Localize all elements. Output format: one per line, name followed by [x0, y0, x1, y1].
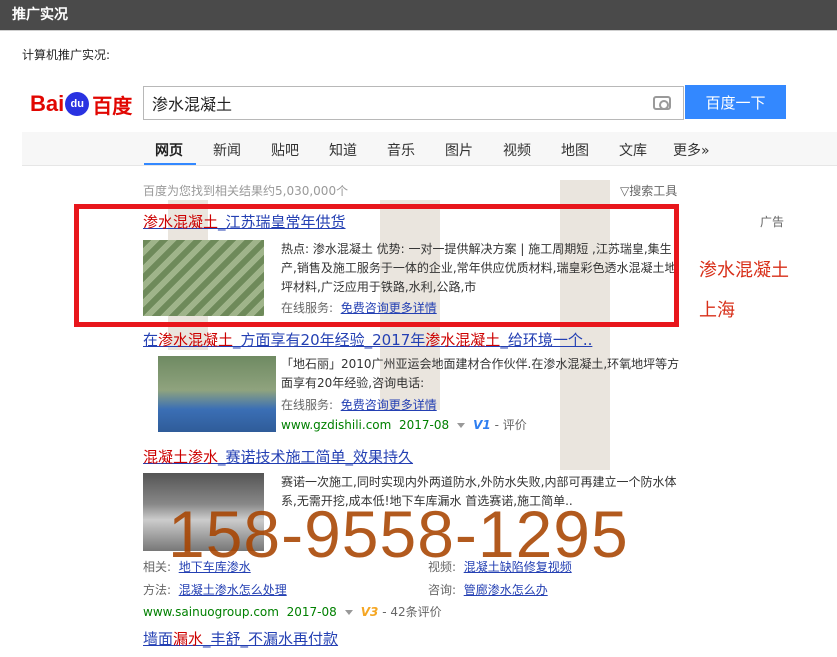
tab-map[interactable]: 地图 [561, 140, 589, 160]
result-title[interactable]: 在渗水混凝土_方面享有20年经验_2017年渗水混凝土_给环境一个.. [143, 329, 592, 350]
search-box [143, 86, 684, 120]
side-note-location: 上海 [699, 300, 735, 321]
eval-link[interactable]: - 42条评价 [382, 605, 441, 619]
tab-zhidao[interactable]: 知道 [329, 140, 357, 160]
page-subtitle: 计算机推广实况: [22, 48, 111, 62]
ask-row: 咨询: 管廊渗水怎么办 [428, 583, 548, 597]
search-button[interactable]: 百度一下 [685, 85, 786, 119]
search-tools-label: 搜索工具 [629, 184, 678, 198]
ask-link[interactable]: 管廊渗水怎么办 [464, 583, 548, 597]
result-meta: www.gzdishili.com 2017-08 V1 - 评价 [281, 416, 527, 433]
tab-images[interactable]: 图片 [445, 140, 473, 160]
result-meta: www.sainuogroup.com 2017-08 V3 - 42条评价 [143, 603, 442, 620]
v3-badge-icon[interactable]: V3 [361, 605, 379, 619]
result-snippet: 「地石丽」2010广州亚运会地面建材合作伙伴.在渗水混凝土,环氧地坪等方面享有2… [281, 357, 680, 390]
logo-cn: 百度 [92, 95, 133, 118]
eval-link[interactable]: - 评价 [495, 418, 527, 432]
tab-music[interactable]: 音乐 [387, 140, 415, 160]
highlight-box [74, 204, 679, 327]
window-title: 推广实况 [0, 0, 837, 30]
result-count: 百度为您找到相关结果约5,030,000个 [143, 184, 349, 198]
result-url[interactable]: www.gzdishili.com [281, 418, 391, 432]
v1-badge-icon[interactable]: V1 [473, 418, 491, 432]
nav-bar: 网页 新闻 贴吧 知道 音乐 图片 视频 地图 文库 更多» [22, 132, 837, 166]
tab-news[interactable]: 新闻 [213, 140, 241, 160]
search-tools[interactable]: ▽搜索工具 [620, 182, 677, 199]
logo-du-paw-icon: du [65, 92, 90, 116]
service-link[interactable]: 免费咨询更多详情 [341, 398, 437, 412]
tab-wenku[interactable]: 文库 [619, 140, 647, 160]
result-date: 2017-08 [286, 605, 337, 619]
result-title[interactable]: 混凝土渗水_赛诺技术施工简单_效果持久 [143, 446, 413, 467]
tab-web[interactable]: 网页 [155, 140, 183, 160]
result-thumbnail[interactable] [158, 356, 276, 432]
chevron-down-icon[interactable] [457, 423, 466, 428]
divider [0, 30, 837, 31]
online-service: 在线服务: 免费咨询更多详情 [281, 398, 437, 412]
baidu-logo[interactable]: Bai du 百度 [30, 90, 132, 118]
result-title[interactable]: 墙面漏水_丰舒_不漏水再付款 [143, 628, 338, 649]
logo-bai: Bai [30, 91, 65, 116]
active-tab-underline [144, 163, 196, 165]
search-input[interactable] [144, 87, 634, 119]
camera-icon[interactable] [653, 96, 671, 110]
tab-video[interactable]: 视频 [503, 140, 531, 160]
tab-more[interactable]: 更多» [673, 140, 710, 160]
side-note-keyword: 渗水混凝土 [699, 260, 789, 281]
result-date: 2017-08 [398, 418, 450, 432]
filter-icon: ▽ [620, 184, 630, 198]
tab-tieba[interactable]: 贴吧 [271, 140, 299, 160]
overlay-phone-number: 158-9558-1295 [168, 497, 629, 571]
ad-label: 广告 [760, 215, 785, 229]
method-link[interactable]: 混凝土渗水怎么处理 [179, 583, 287, 597]
method-row: 方法: 混凝土渗水怎么处理 [143, 583, 287, 597]
result-url[interactable]: www.sainuogroup.com [143, 605, 279, 619]
chevron-down-icon[interactable] [344, 610, 353, 615]
